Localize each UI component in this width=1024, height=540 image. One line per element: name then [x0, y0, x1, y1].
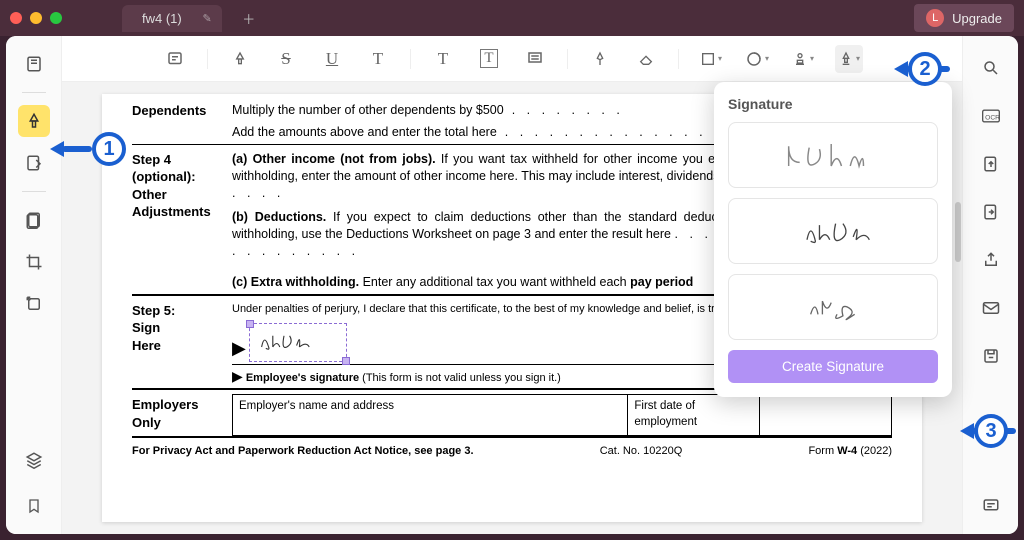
close-window-button[interactable] [10, 12, 22, 24]
signature-option-1[interactable] [728, 122, 938, 188]
avatar: L [926, 9, 944, 27]
highlight-icon[interactable] [226, 45, 254, 73]
save-icon[interactable] [977, 342, 1005, 370]
left-sidebar [6, 36, 62, 534]
convert-icon[interactable] [977, 150, 1005, 178]
textbox-icon[interactable]: T [475, 45, 503, 73]
share-icon[interactable] [977, 246, 1005, 274]
note-icon[interactable] [161, 45, 189, 73]
annotation-2: 2 [908, 52, 942, 86]
layers-tool[interactable] [18, 444, 50, 476]
line-icon[interactable] [743, 45, 771, 73]
email-icon[interactable] [977, 294, 1005, 322]
upgrade-label: Upgrade [952, 11, 1002, 26]
export-icon[interactable] [977, 198, 1005, 226]
dependents-label: Dependents [132, 102, 232, 141]
create-signature-button[interactable]: Create Signature [728, 350, 938, 383]
annotate-tool[interactable] [18, 105, 50, 137]
thumbnails-tool[interactable] [18, 48, 50, 80]
pen-icon[interactable] [586, 45, 614, 73]
edit-pdf-tool[interactable] [18, 147, 50, 179]
app-window: S U T T T Dependents Multiply the [6, 36, 1018, 534]
tab-title: fw4 (1) [142, 11, 182, 26]
page-tool[interactable] [18, 204, 50, 236]
minimize-window-button[interactable] [30, 12, 42, 24]
stamp-icon[interactable] [789, 45, 817, 73]
comments-icon[interactable] [977, 492, 1005, 520]
signature-panel-title: Signature [728, 96, 938, 112]
employers-label: Employers Only [132, 390, 232, 435]
strikethrough-icon[interactable]: S [272, 45, 300, 73]
upgrade-button[interactable]: L Upgrade [914, 4, 1014, 32]
annotate-toolbar: S U T T T [62, 36, 962, 82]
window-controls [10, 12, 62, 24]
anchored-note-icon[interactable] [521, 45, 549, 73]
bookmark-tool[interactable] [18, 490, 50, 522]
right-sidebar: OCR [962, 36, 1018, 534]
shape-icon[interactable] [697, 45, 725, 73]
maximize-window-button[interactable] [50, 12, 62, 24]
squiggly-icon[interactable]: T [364, 45, 392, 73]
signature-dropdown: Signature Create Signature [714, 82, 952, 397]
eraser-icon[interactable] [632, 45, 660, 73]
svg-text:OCR: OCR [985, 114, 1000, 121]
step4-label: Step 4 (optional): Other Adjustments [132, 151, 232, 291]
ocr-icon[interactable]: OCR [977, 102, 1005, 130]
signature-icon[interactable] [835, 45, 863, 73]
titlebar: fw4 (1) ✎ ＋ L Upgrade [0, 0, 1024, 36]
center-panel: S U T T T Dependents Multiply the [62, 36, 962, 534]
edit-tab-icon[interactable]: ✎ [203, 12, 212, 25]
signature-option-3[interactable] [728, 274, 938, 340]
rotate-tool[interactable] [18, 288, 50, 320]
annotation-3: 3 [974, 414, 1008, 448]
scrollbar-thumb[interactable] [955, 202, 961, 262]
placed-signature[interactable] [249, 323, 347, 362]
step5-label: Step 5: Sign Here [132, 302, 232, 386]
signature-option-2[interactable] [728, 198, 938, 264]
text-icon[interactable]: T [429, 45, 457, 73]
annotation-1: 1 [92, 132, 126, 166]
new-tab-button[interactable]: ＋ [238, 7, 260, 29]
document-tab[interactable]: fw4 (1) ✎ [122, 5, 222, 32]
search-icon[interactable] [977, 54, 1005, 82]
crop-tool[interactable] [18, 246, 50, 278]
underline-icon[interactable]: U [318, 45, 346, 73]
